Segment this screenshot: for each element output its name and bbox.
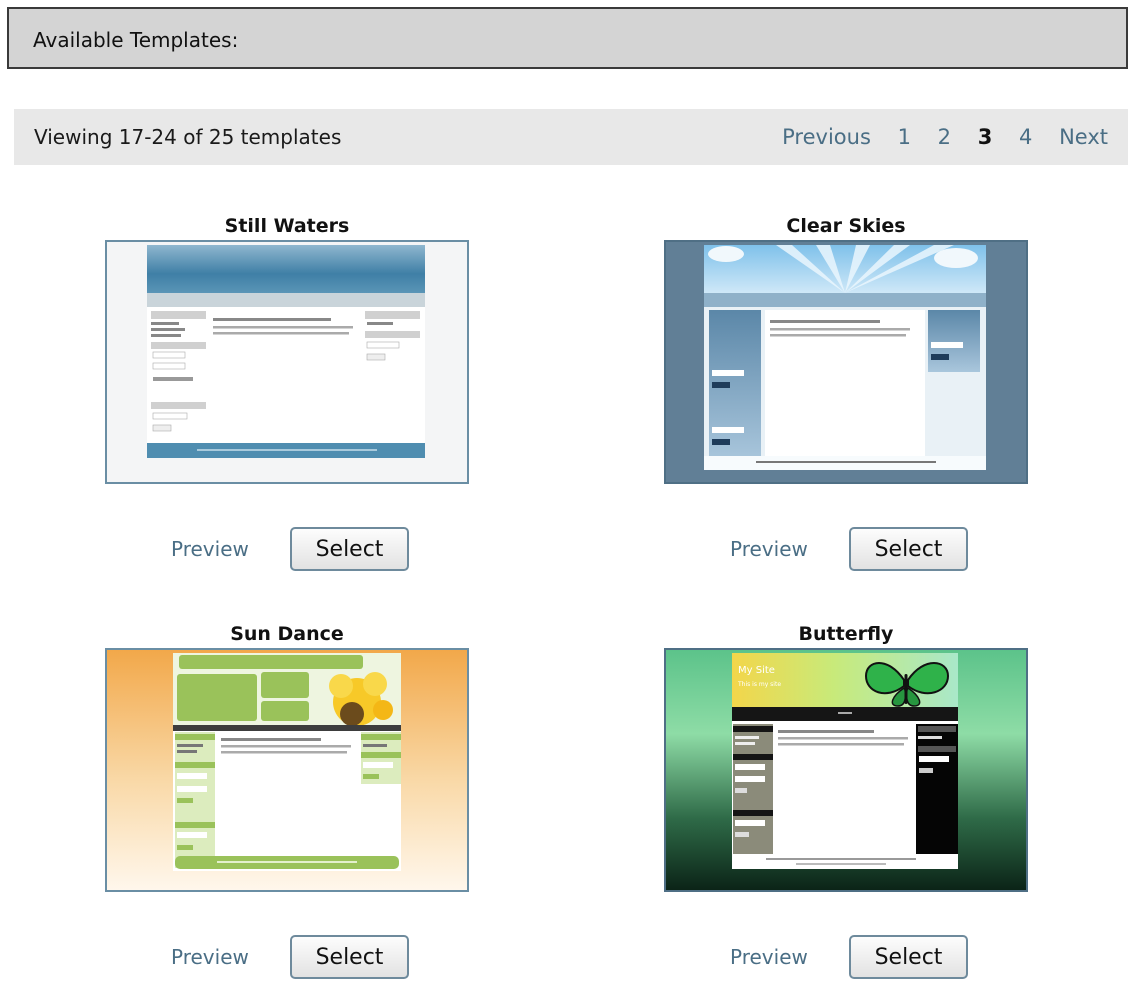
header-title: Available Templates: (33, 28, 239, 52)
template-thumbnail[interactable] (105, 240, 469, 484)
clear-skies-thumbnail-image (666, 242, 1026, 482)
available-templates-header: Available Templates: (7, 7, 1128, 69)
template-name: Sun Dance (230, 623, 344, 645)
butterfly-thumbnail-image: My Site This is my site (666, 650, 1026, 890)
preview-link[interactable]: Preview (730, 537, 808, 561)
still-waters-thumbnail-image (107, 242, 467, 482)
template-thumbnail[interactable] (105, 648, 469, 892)
preview-link[interactable]: Preview (730, 945, 808, 969)
select-button[interactable]: Select (849, 935, 968, 979)
page-link-3-current: 3 (977, 125, 993, 149)
page-link-1[interactable]: 1 (898, 125, 911, 149)
pagination-bar: Viewing 17-24 of 25 templates Previous 1… (14, 109, 1128, 165)
viewing-count: Viewing 17-24 of 25 templates (34, 125, 342, 149)
preview-link[interactable]: Preview (171, 537, 249, 561)
thumbnail-site-tagline: This is my site (737, 681, 781, 688)
template-name: Clear Skies (786, 215, 906, 237)
preview-link[interactable]: Preview (171, 945, 249, 969)
select-button[interactable]: Select (849, 527, 968, 571)
select-button[interactable]: Select (290, 935, 409, 979)
select-button[interactable]: Select (290, 527, 409, 571)
template-name: Still Waters (224, 215, 350, 237)
template-thumbnail[interactable] (664, 240, 1028, 484)
previous-link[interactable]: Previous (782, 125, 871, 149)
page-link-4[interactable]: 4 (1019, 125, 1032, 149)
next-link[interactable]: Next (1059, 125, 1108, 149)
template-thumbnail[interactable]: My Site This is my site (664, 648, 1028, 892)
pager: Previous 1 2 3 4 Next (782, 109, 1108, 165)
sun-dance-thumbnail-image (107, 650, 467, 890)
template-name: Butterfly (798, 623, 894, 645)
thumbnail-site-title: My Site (738, 665, 775, 676)
page-link-2[interactable]: 2 (938, 125, 951, 149)
